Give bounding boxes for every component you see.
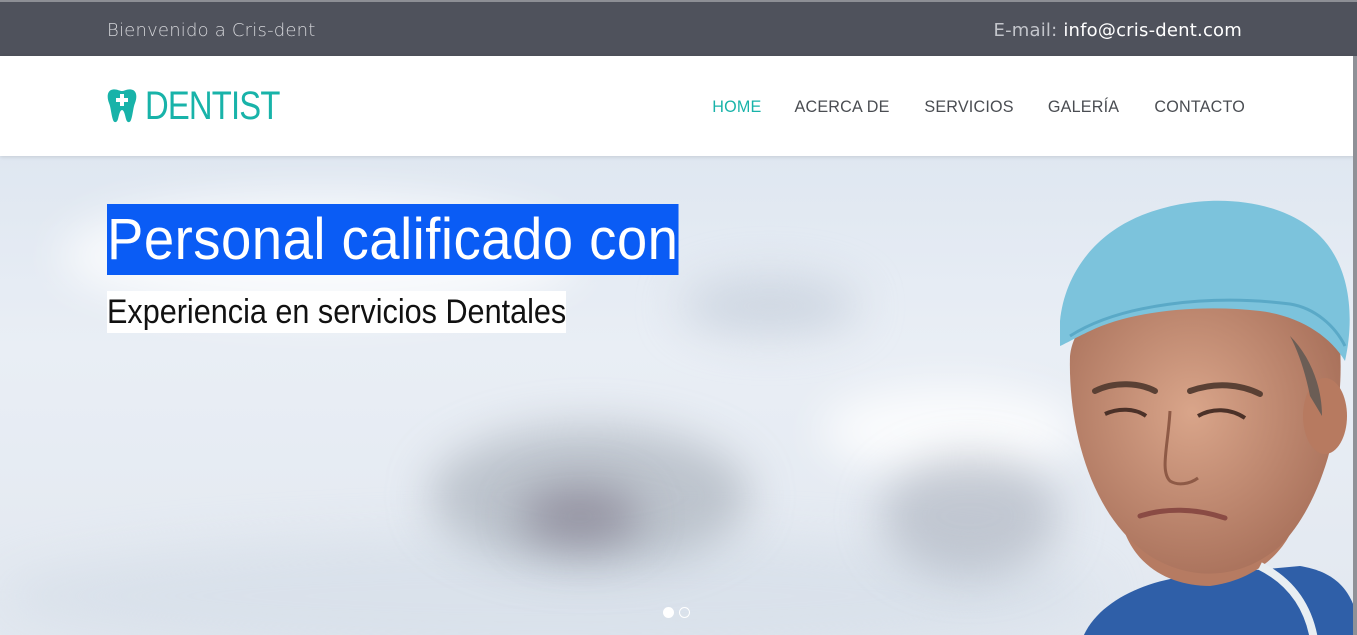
email-label: E-mail: [993, 20, 1058, 41]
tooth-icon [107, 89, 137, 123]
hero-headline: Personal calificado con [107, 204, 679, 275]
slider-dot-1[interactable] [663, 607, 674, 618]
brand-name: DENTIST [145, 84, 280, 128]
hero-subheadline: Experiencia en servicios Dentales [107, 291, 567, 333]
email-link[interactable]: info@cris-dent.com [1063, 20, 1242, 41]
hero-background-blur [880, 456, 1060, 576]
nav-item-contacto[interactable]: CONTACTO [1154, 97, 1245, 117]
hero-slider: Personal calificado con Experiencia en s… [0, 156, 1357, 635]
nav-item-galeria[interactable]: GALERÍA [1048, 97, 1119, 117]
site-logo[interactable]: DENTIST [107, 86, 309, 126]
dentist-photo [1060, 200, 1357, 635]
slider-pagination [663, 607, 690, 618]
slider-dot-2[interactable] [679, 607, 690, 618]
top-bar: Bienvenido a Cris-dent E-mail: info@cris… [0, 0, 1357, 56]
hero-background-blur [680, 276, 860, 336]
hero-background-blur [520, 486, 640, 546]
page-scrollbar[interactable] [1353, 56, 1357, 635]
nav-item-acerca-de[interactable]: ACERCA DE [795, 97, 890, 117]
main-navbar: DENTIST HOME ACERCA DE SERVICIOS GALERÍA… [0, 56, 1357, 156]
welcome-text: Bienvenido a Cris-dent [107, 20, 316, 41]
nav-item-servicios[interactable]: SERVICIOS [925, 97, 1014, 117]
nav-item-home[interactable]: HOME [712, 97, 761, 117]
email-contact: E-mail: info@cris-dent.com [994, 20, 1243, 41]
primary-nav: HOME ACERCA DE SERVICIOS GALERÍA CONTACT… [711, 97, 1247, 117]
